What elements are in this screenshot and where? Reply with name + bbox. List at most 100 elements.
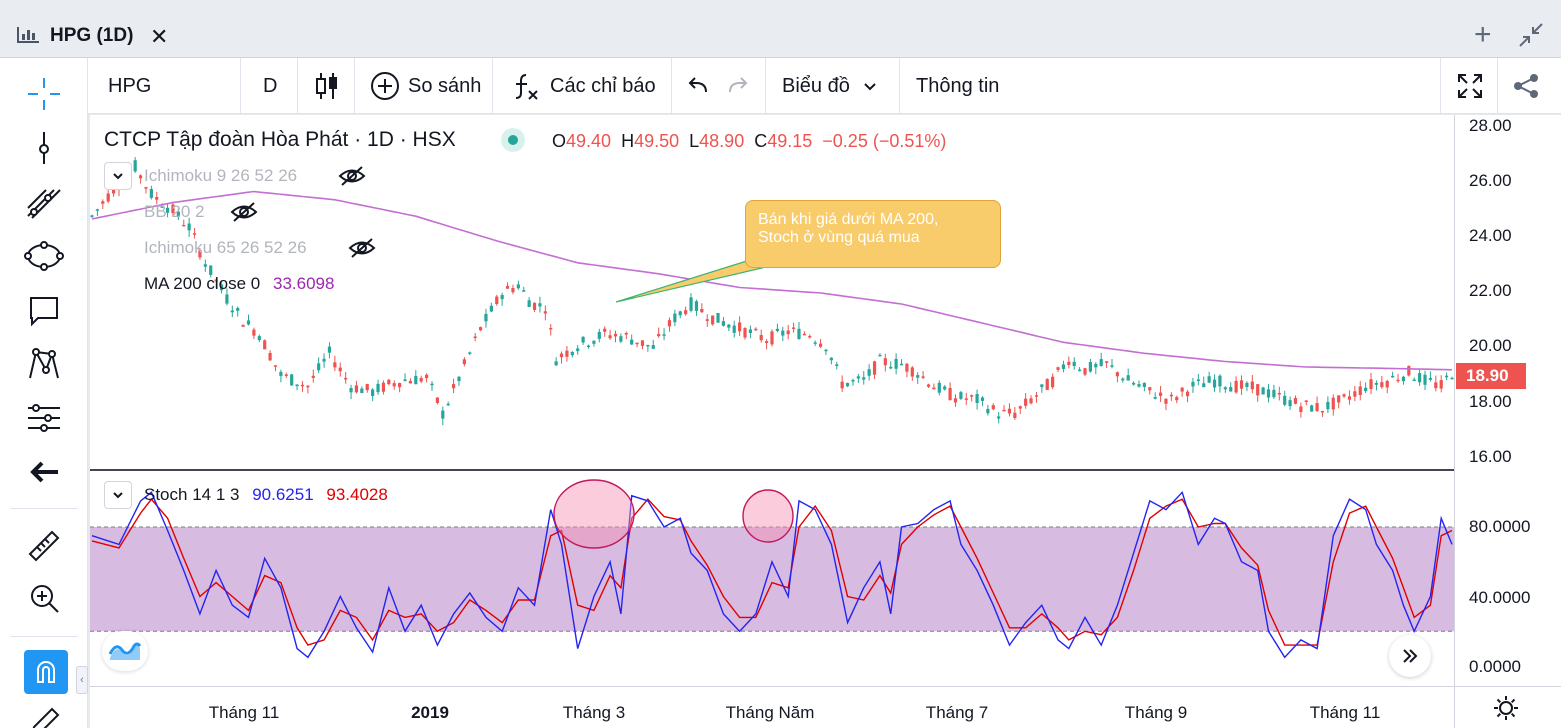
candle <box>1088 359 1093 373</box>
pencil-icon[interactable] <box>22 703 66 728</box>
chart-style-button[interactable] <box>314 58 340 114</box>
ellipse-icon[interactable] <box>22 236 66 276</box>
hidden-eye-icon[interactable] <box>230 201 258 223</box>
indicator-ma[interactable]: MA 200 close 0 33.6098 <box>144 274 334 294</box>
ruler-icon[interactable] <box>22 526 66 566</box>
compare-button[interactable]: So sánh <box>370 58 481 114</box>
candle <box>1207 371 1211 384</box>
candle <box>408 378 413 384</box>
candle <box>916 372 920 384</box>
settings-sun-icon[interactable] <box>1493 695 1519 721</box>
high-value: 49.50 <box>634 131 680 151</box>
candle <box>727 323 731 332</box>
price-tick: 24.00 <box>1469 226 1512 245</box>
back-arrow-icon[interactable] <box>22 452 66 492</box>
redo-button[interactable] <box>726 58 750 114</box>
stoch-collapse-button[interactable] <box>104 481 132 509</box>
candle <box>1169 392 1173 401</box>
share-button[interactable] <box>1512 58 1540 114</box>
price-tick: 16.00 <box>1469 447 1512 466</box>
interval-button[interactable]: D <box>263 58 277 114</box>
candle <box>813 340 817 346</box>
candle <box>770 329 774 347</box>
candle <box>1137 380 1141 388</box>
scroll-to-latest-button[interactable] <box>1389 635 1431 677</box>
forecast-icon[interactable] <box>22 398 66 438</box>
candle <box>1040 384 1044 393</box>
pattern-icon[interactable] <box>22 344 66 384</box>
time-tick-year: 2019 <box>411 703 449 722</box>
candle <box>829 357 833 365</box>
collapse-window-icon[interactable] <box>1518 22 1544 48</box>
candle <box>840 375 844 392</box>
fib-icon[interactable] <box>22 182 66 222</box>
indicator-bb[interactable]: BB 20 2 <box>144 202 205 222</box>
legend-collapse-button[interactable] <box>104 162 132 190</box>
settings-corner[interactable] <box>1454 686 1561 728</box>
callout-annotation[interactable]: Bán khi giá dưới MA 200, Stoch ở vùng qu… <box>745 200 1001 268</box>
candle <box>1304 400 1308 406</box>
comment-icon[interactable] <box>22 290 66 330</box>
indicator-ichimoku-2[interactable]: Ichimoku 65 26 52 26 <box>144 238 307 258</box>
candle <box>586 344 591 349</box>
candle <box>387 379 391 386</box>
chart-type-dropdown[interactable]: Biểu đồ <box>782 58 880 114</box>
candle <box>711 315 715 326</box>
candle <box>1380 375 1384 389</box>
candle <box>279 369 283 383</box>
magnet-icon[interactable] <box>24 650 68 694</box>
wave-icon <box>108 642 142 660</box>
compare-label: So sánh <box>408 74 482 97</box>
time-tick: Tháng 7 <box>925 703 989 722</box>
candle <box>430 381 434 392</box>
candle <box>414 370 418 385</box>
price-tick: 20.00 <box>1469 336 1512 355</box>
candle <box>824 349 828 356</box>
candle <box>1407 365 1411 377</box>
candle <box>268 350 272 362</box>
add-window-icon[interactable]: + <box>1474 18 1492 52</box>
candle <box>1034 392 1039 403</box>
candle <box>1277 386 1281 401</box>
symbol-search-button[interactable]: HPG <box>108 58 151 114</box>
candle <box>765 338 769 350</box>
candle <box>970 394 974 402</box>
toolbar-collapse-icon[interactable]: ‹ <box>76 666 88 694</box>
interval-label: D <box>263 74 278 97</box>
overbought-circle[interactable] <box>742 489 794 543</box>
candle <box>651 339 655 350</box>
trendline-icon[interactable] <box>22 128 66 168</box>
wave-toggle-button[interactable] <box>102 631 148 671</box>
indicators-button[interactable]: Các chỉ báo <box>512 58 656 114</box>
indicator-ichimoku-1[interactable]: Ichimoku 9 26 52 26 <box>144 166 297 186</box>
candle <box>376 379 380 395</box>
candle <box>980 396 985 407</box>
candle <box>1293 395 1298 405</box>
overbought-circle[interactable] <box>553 479 635 549</box>
candle <box>381 380 386 395</box>
window-titlebar: HPG (1D) ✕ + <box>0 0 1561 58</box>
candle <box>673 309 677 327</box>
hidden-eye-icon[interactable] <box>348 237 376 259</box>
hidden-eye-icon[interactable] <box>338 165 366 187</box>
candle <box>511 284 515 295</box>
time-axis[interactable]: Tháng 11 2019 Tháng 3 Tháng Năm Tháng 7 … <box>90 686 1454 728</box>
price-axis[interactable]: 28.00 26.00 24.00 22.00 20.00 18.00 16.0… <box>1454 115 1561 686</box>
info-label: Thông tin <box>916 74 1000 97</box>
candle <box>1067 356 1071 369</box>
zoom-icon[interactable] <box>22 578 66 618</box>
candle <box>1013 406 1017 420</box>
fullscreen-button[interactable] <box>1456 58 1484 114</box>
toolbar-divider <box>10 636 78 637</box>
undo-button[interactable] <box>686 58 710 114</box>
candle <box>619 333 623 344</box>
info-button[interactable]: Thông tin <box>916 58 999 114</box>
candle <box>90 214 94 219</box>
crosshair-icon[interactable] <box>22 74 66 114</box>
candle <box>1115 371 1119 383</box>
close-tab-icon[interactable]: ✕ <box>150 24 168 50</box>
candle <box>495 294 499 306</box>
candle <box>322 353 326 368</box>
indicator-stoch[interactable]: Stoch 14 1 3 90.6251 93.4028 <box>144 485 388 505</box>
candle <box>894 353 898 375</box>
